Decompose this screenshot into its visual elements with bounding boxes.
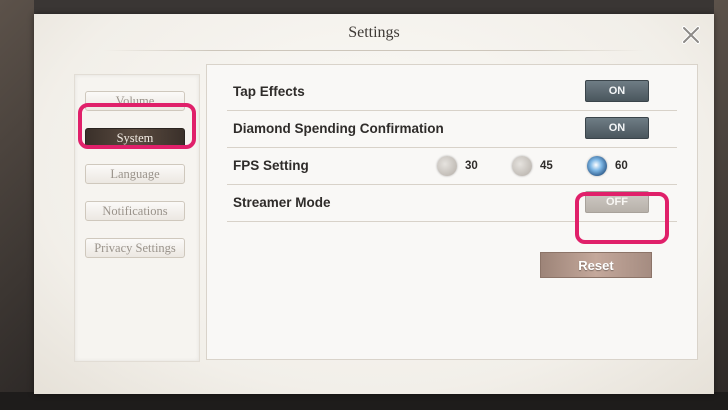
fps-option-45[interactable]: 45: [512, 154, 553, 178]
fps-30-radio-icon: [437, 156, 457, 176]
fps-option-60[interactable]: 60: [587, 154, 628, 178]
sidebar-item-privacy-settings[interactable]: Privacy Settings: [85, 238, 185, 258]
setting-row-diamond-spending: Diamond Spending Confirmation ON: [227, 112, 677, 148]
fps-option-30[interactable]: 30: [437, 154, 478, 178]
setting-row-tap-effects: Tap Effects ON: [227, 75, 677, 111]
fps-60-label: 60: [615, 160, 628, 172]
diamond-spending-toggle[interactable]: ON: [585, 117, 649, 139]
fps-30-label: 30: [465, 160, 478, 172]
sidebar-item-system[interactable]: System: [85, 128, 185, 148]
fps-45-label: 45: [540, 160, 553, 172]
streamer-mode-label: Streamer Mode: [233, 195, 331, 210]
sidebar-item-volume[interactable]: Volume: [85, 91, 185, 111]
setting-row-streamer-mode: Streamer Mode OFF: [227, 186, 677, 222]
background-scene-right: [714, 0, 728, 410]
close-icon[interactable]: [680, 24, 702, 46]
settings-sidebar: Volume System Language Notifications Pri…: [74, 74, 200, 362]
reset-button[interactable]: Reset: [540, 252, 652, 278]
settings-content-panel: Tap Effects ON Diamond Spending Confirma…: [206, 64, 698, 360]
background-scene-left: [0, 0, 34, 410]
fps-60-radio-icon-selected: [587, 156, 607, 176]
diamond-spending-label: Diamond Spending Confirmation: [233, 121, 444, 136]
dialog-title: Settings: [348, 24, 400, 41]
sidebar-item-language[interactable]: Language: [85, 164, 185, 184]
tap-effects-label: Tap Effects: [233, 84, 305, 99]
background-scene-bottom: [0, 392, 728, 410]
title-divider: [104, 50, 644, 51]
fps-45-radio-icon: [512, 156, 532, 176]
tap-effects-toggle[interactable]: ON: [585, 80, 649, 102]
settings-dialog: Settings Volume System Language Notifica…: [34, 14, 714, 394]
setting-row-fps: FPS Setting 30 45 60: [227, 149, 677, 185]
sidebar-item-notifications[interactable]: Notifications: [85, 201, 185, 221]
streamer-mode-toggle[interactable]: OFF: [585, 191, 649, 213]
fps-setting-label: FPS Setting: [233, 158, 309, 173]
